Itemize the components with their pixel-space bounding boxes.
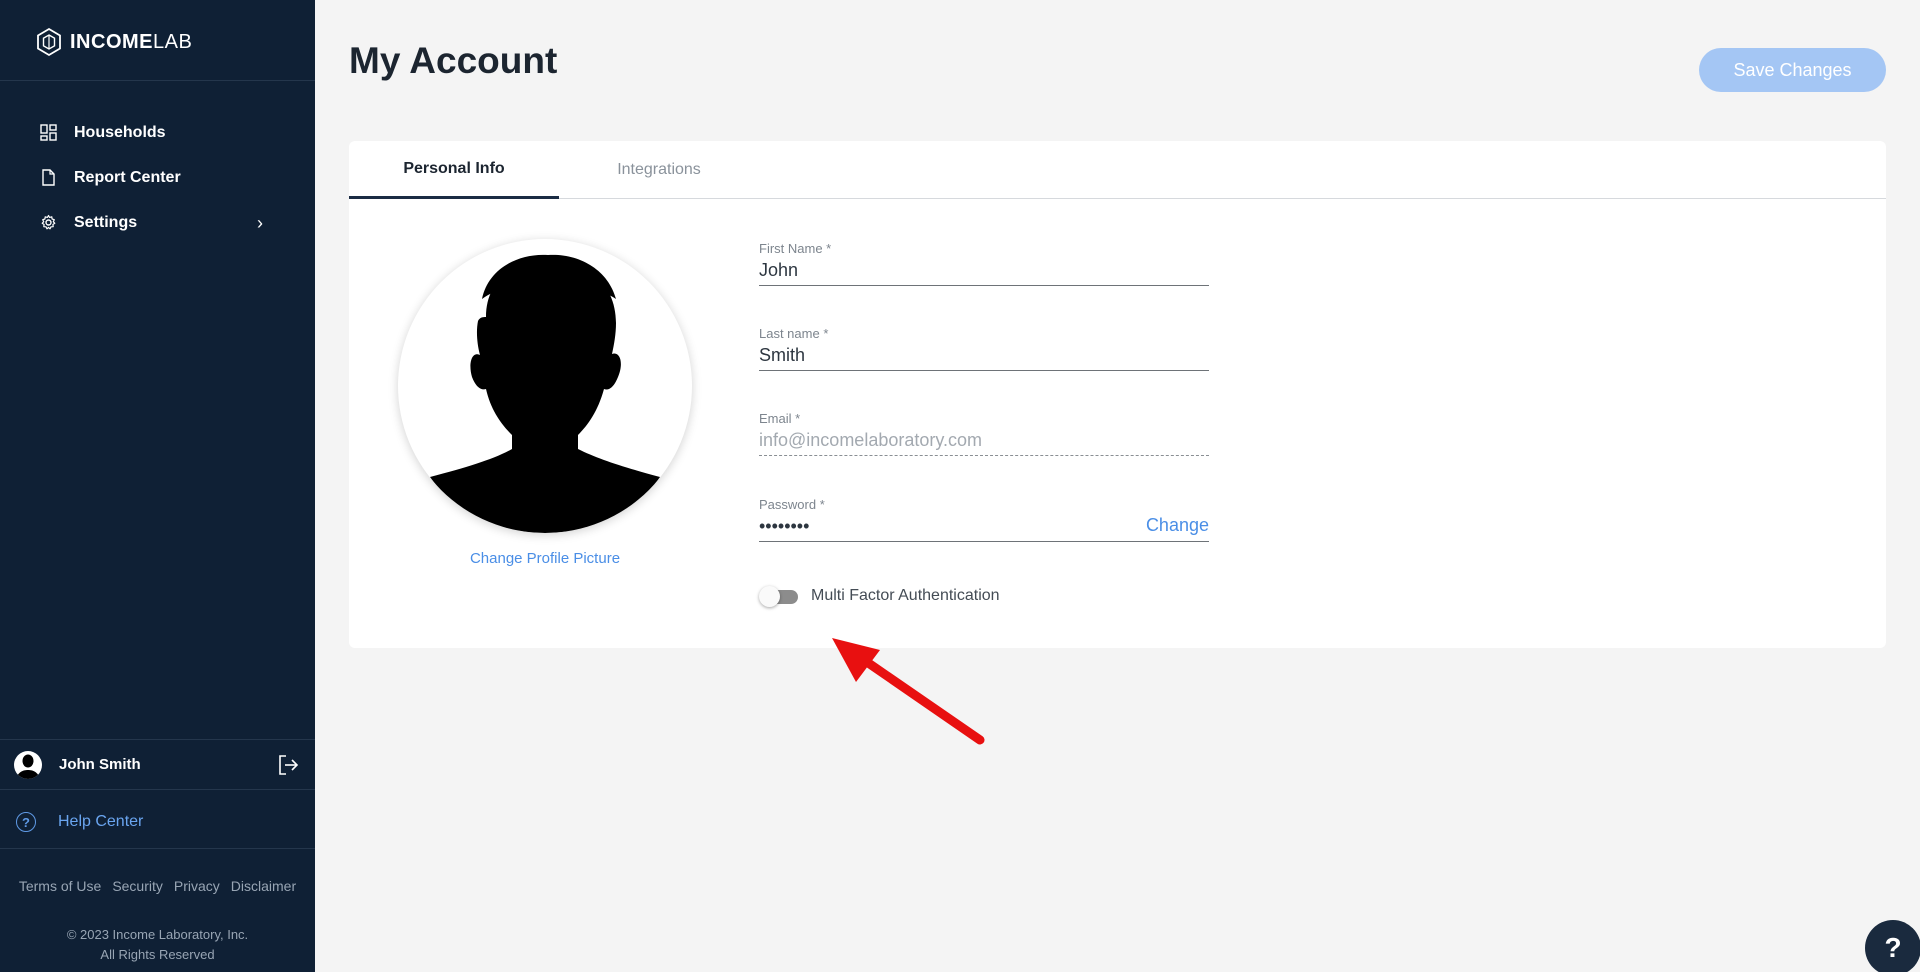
- user-name: John Smith: [59, 756, 141, 773]
- copyright-line: © 2023 Income Laboratory, Inc.: [66, 927, 249, 942]
- tab-integrations[interactable]: Integrations: [559, 141, 759, 199]
- logout-icon[interactable]: [277, 754, 299, 776]
- change-password-link[interactable]: Change: [1146, 515, 1209, 536]
- mfa-row: Multi Factor Authentication: [759, 586, 1000, 607]
- question-circle-icon: ?: [16, 812, 36, 832]
- user-profile-row[interactable]: John Smith: [0, 740, 315, 789]
- security-link[interactable]: Security: [112, 878, 163, 894]
- sidebar-divider: [0, 80, 315, 81]
- toggle-knob: [759, 586, 780, 607]
- last-name-field[interactable]: Last name * Smith: [759, 326, 1209, 371]
- sidebar-item-households[interactable]: Households: [0, 110, 315, 155]
- sidebar-item-label: Households: [74, 123, 166, 141]
- sidebar-item-report-center[interactable]: Report Center: [0, 155, 315, 200]
- tab-bar: Personal Info Integrations: [349, 141, 1886, 199]
- page-title: My Account: [349, 40, 558, 81]
- account-card: Personal Info Integrations Change Profil…: [349, 141, 1886, 648]
- person-silhouette-icon: [430, 254, 660, 533]
- password-field[interactable]: Password * •••••••• Change: [759, 497, 1209, 542]
- help-center-label: Help Center: [58, 813, 144, 830]
- profile-picture: [398, 239, 692, 533]
- last-name-input[interactable]: Smith: [759, 345, 1209, 371]
- chevron-right-icon: ›: [257, 213, 263, 233]
- first-name-label: First Name *: [759, 241, 832, 256]
- avatar: [14, 750, 42, 779]
- password-input[interactable]: ••••••••: [759, 516, 1209, 542]
- tab-personal-info[interactable]: Personal Info: [349, 141, 559, 199]
- email-input: info@incomelaboratory.com: [759, 430, 1209, 456]
- sidebar-divider: [0, 789, 315, 790]
- sidebar-item-label: Settings: [74, 213, 138, 231]
- password-label: Password *: [759, 497, 825, 512]
- grid-icon: [40, 124, 57, 141]
- last-name-label: Last name *: [759, 326, 829, 341]
- footer-links: Terms of Use Security Privacy Disclaimer: [0, 878, 315, 894]
- brand-name: INCOMELAB: [70, 30, 193, 53]
- copyright: © 2023 Income Laboratory, Inc. All Right…: [0, 925, 315, 965]
- first-name-field[interactable]: First Name * John: [759, 241, 1209, 286]
- disclaimer-link[interactable]: Disclaimer: [231, 878, 296, 894]
- email-label: Email *: [759, 411, 801, 426]
- first-name-input[interactable]: John: [759, 260, 1209, 286]
- email-field: Email * info@incomelaboratory.com: [759, 411, 1209, 456]
- save-changes-button[interactable]: Save Changes: [1699, 48, 1886, 92]
- privacy-link[interactable]: Privacy: [174, 878, 220, 894]
- help-fab-button[interactable]: ?: [1865, 920, 1920, 972]
- change-profile-picture-link[interactable]: Change Profile Picture: [398, 550, 692, 567]
- sidebar: INCOMELAB Households Report Center Setti…: [0, 0, 315, 972]
- person-silhouette-icon: [16, 754, 40, 779]
- mfa-label: Multi Factor Authentication: [811, 587, 1000, 604]
- brand-logo[interactable]: INCOMELAB: [34, 26, 192, 58]
- sidebar-nav: Households Report Center Settings ›: [0, 110, 315, 245]
- mfa-toggle[interactable]: [759, 586, 799, 607]
- sidebar-item-label: Report Center: [74, 168, 181, 186]
- sidebar-item-settings[interactable]: Settings ›: [0, 200, 315, 245]
- gear-icon: [41, 214, 56, 230]
- document-icon: [42, 169, 55, 186]
- annotation-arrow-icon: [832, 638, 985, 745]
- copyright-line: All Rights Reserved: [100, 947, 215, 962]
- terms-link[interactable]: Terms of Use: [19, 878, 101, 894]
- sidebar-divider: [0, 848, 315, 849]
- help-center-link[interactable]: ? Help Center: [0, 796, 315, 848]
- hexagon-logo-icon: [37, 27, 61, 57]
